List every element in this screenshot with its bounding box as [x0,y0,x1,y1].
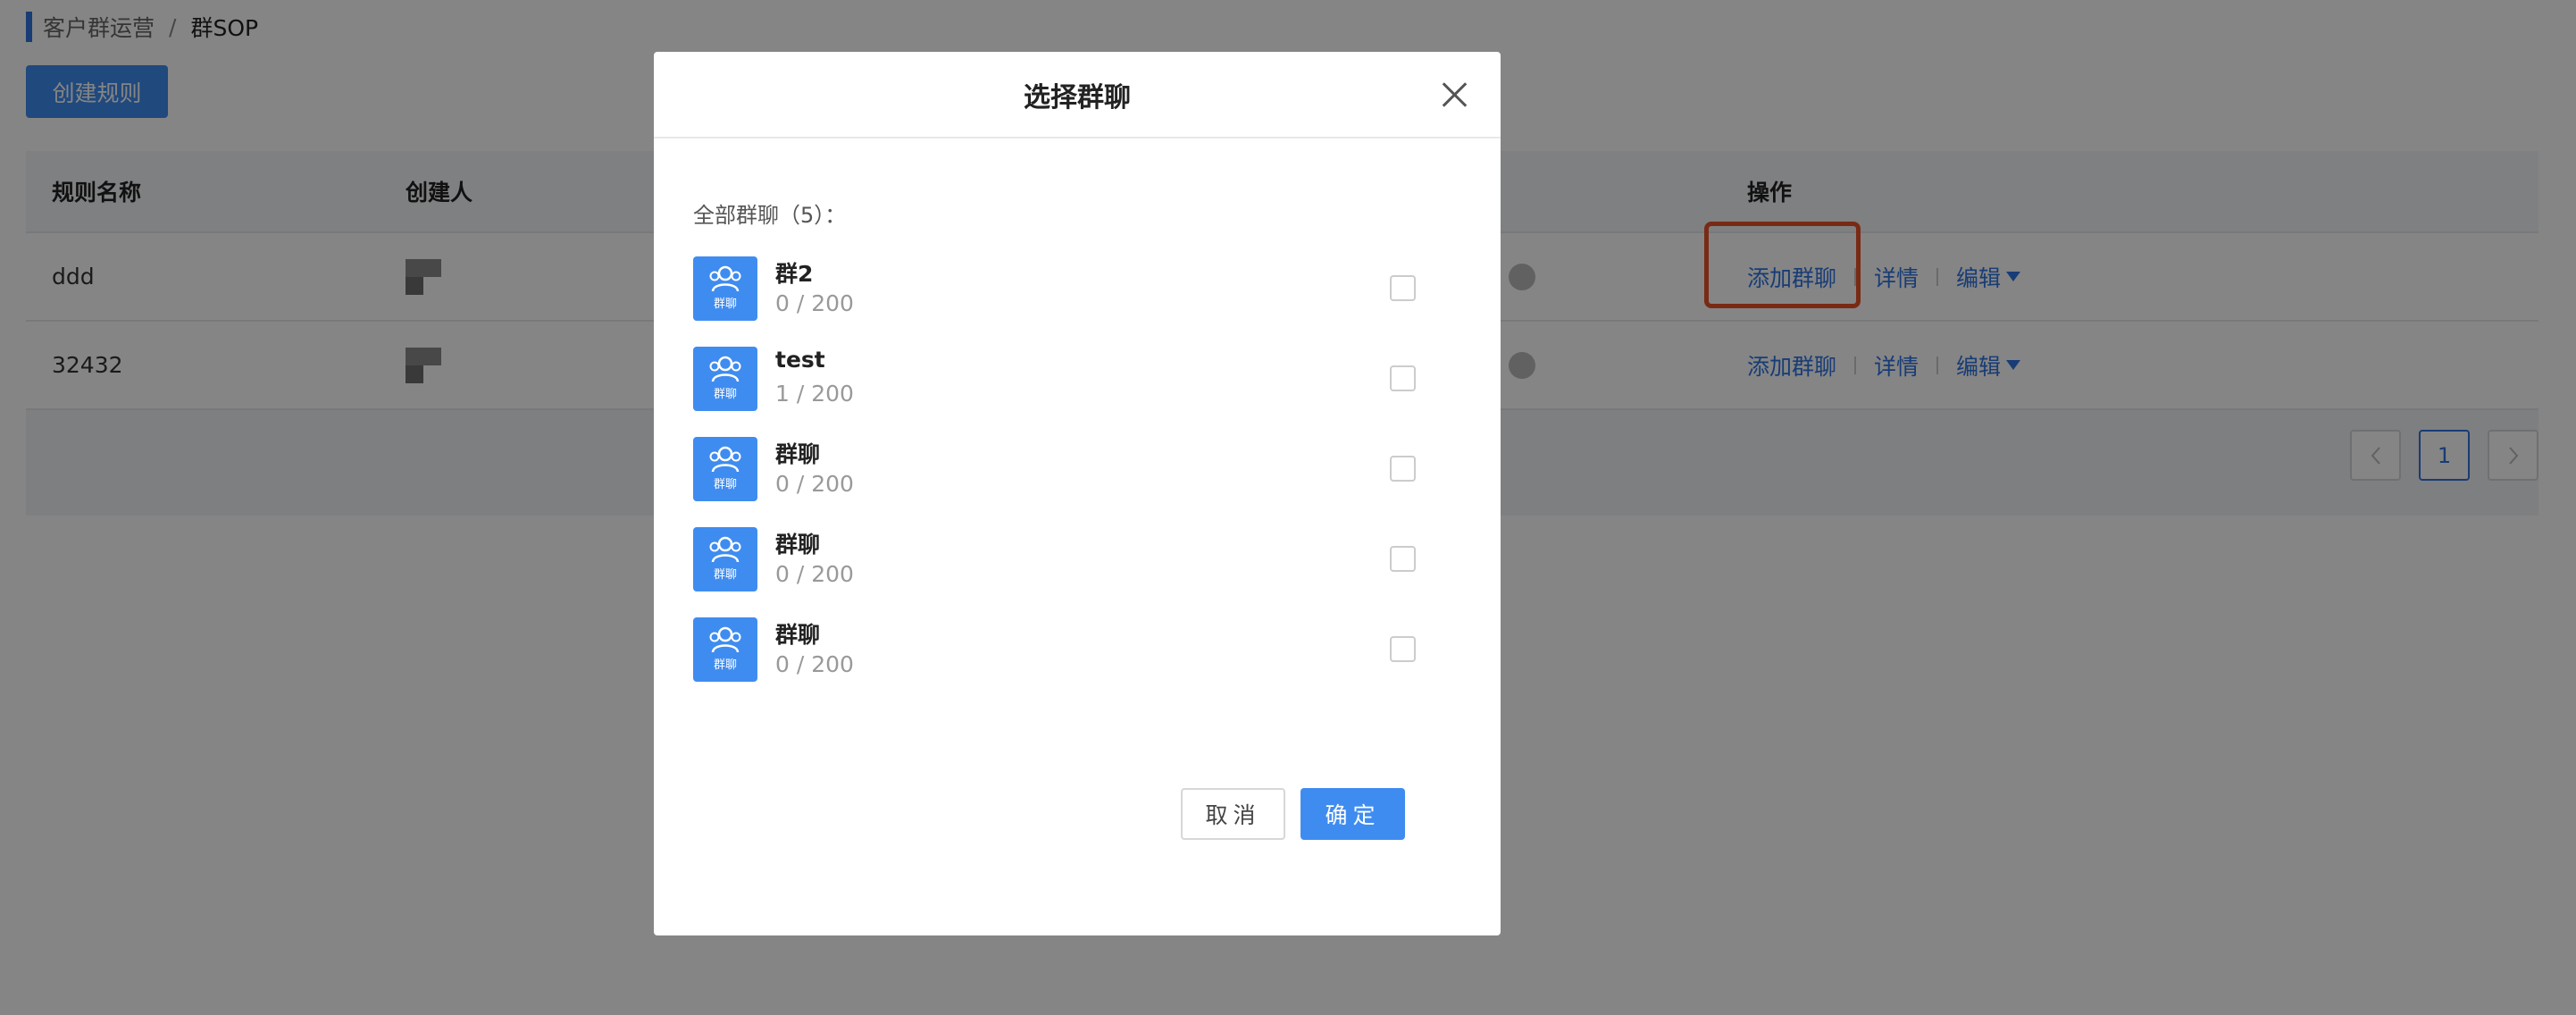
list-item[interactable]: 群聊 群聊 0 / 200 [693,527,1461,617]
group-name: 群聊 [775,622,821,648]
group-chat-icon: 群聊 [693,437,757,501]
cancel-button[interactable]: 取消 [1181,788,1285,840]
group-icon-label: 群聊 [713,658,737,672]
page: 客户群运营 / 群SOP 创建规则 规则名称 创建人 操作 ddd 添加群聊 详… [0,0,2576,1015]
list-item[interactable]: 群聊 群聊 0 / 200 [693,437,1461,527]
group-name: 群2 [775,261,814,287]
group-checkbox[interactable] [1390,365,1416,391]
group-checkbox[interactable] [1390,636,1416,662]
group-icon-label: 群聊 [713,298,737,311]
modal-title: 选择群聊 [1024,81,1131,113]
group-member-count: 1 / 200 [775,381,854,407]
group-chat-icon: 群聊 [693,347,757,411]
list-item[interactable]: 群聊 群2 0 / 200 [693,256,1461,347]
group-chat-icon: 群聊 [693,617,757,682]
group-member-count: 0 / 200 [775,651,854,677]
group-icon-label: 群聊 [713,388,737,401]
close-icon[interactable] [1440,80,1468,109]
group-list: 群聊 群2 0 / 200 群聊 test 1 / 200 群聊 群聊 0 / … [693,256,1461,708]
group-member-count: 0 / 200 [775,290,854,316]
group-chat-icon: 群聊 [693,256,757,321]
group-chat-icon: 群聊 [693,527,757,591]
confirm-button[interactable]: 确定 [1301,788,1405,840]
group-checkbox[interactable] [1390,456,1416,482]
group-member-count: 0 / 200 [775,561,854,587]
group-name: 群聊 [775,441,821,467]
all-groups-label: 全部群聊（5）： [693,203,847,228]
modal-header: 选择群聊 [654,52,1501,138]
select-group-modal: 选择群聊 全部群聊（5）： 群聊 群2 0 / 200 群聊 test 1 / … [654,52,1501,935]
group-member-count: 0 / 200 [775,471,854,497]
group-name: test [775,347,825,373]
group-icon-label: 群聊 [713,568,737,582]
list-item[interactable]: 群聊 群聊 0 / 200 [693,617,1461,708]
group-checkbox[interactable] [1390,275,1416,301]
group-icon-label: 群聊 [713,478,737,491]
group-name: 群聊 [775,532,821,558]
group-checkbox[interactable] [1390,546,1416,572]
list-item[interactable]: 群聊 test 1 / 200 [693,347,1461,437]
